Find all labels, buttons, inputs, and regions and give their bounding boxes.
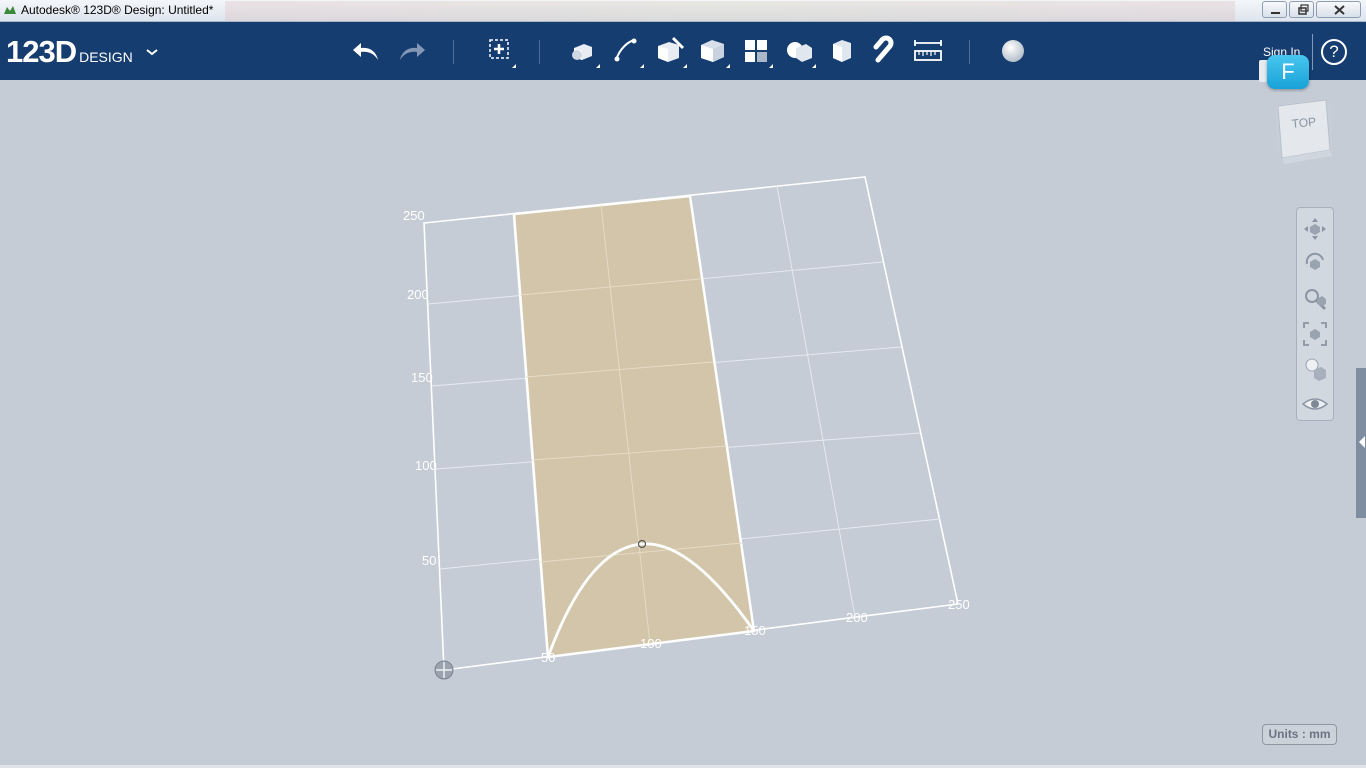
grid-y-label-200: 200 (407, 287, 429, 302)
snap-icon[interactable] (868, 34, 902, 68)
restore-icon (1298, 4, 1309, 15)
toolbar-separator (453, 40, 454, 64)
toolbar-separator (969, 40, 970, 64)
grid-x-label-100: 100 (640, 636, 662, 651)
grid-y-label-150: 150 (411, 370, 433, 385)
grid-y-label-250: 250 (403, 208, 425, 223)
sketch-icon[interactable] (610, 34, 644, 68)
close-button[interactable] (1316, 1, 1361, 18)
fit-icon[interactable] (1301, 320, 1329, 348)
zoom-icon[interactable] (1301, 285, 1329, 313)
grid-y-label-100: 100 (415, 458, 437, 473)
modify-icon[interactable] (696, 34, 730, 68)
eye-icon[interactable] (1301, 390, 1329, 418)
window-title: Autodesk® 123D® Design: Untitled* (21, 3, 214, 17)
chevron-down-icon[interactable] (145, 48, 159, 56)
f-badge-button[interactable]: F (1267, 55, 1309, 89)
grid-x-label-200: 200 (846, 610, 868, 625)
view-mode-icon[interactable] (1301, 355, 1329, 383)
view-cube-face-label: TOP (1291, 115, 1317, 131)
design-canvas[interactable]: 250 200 150 100 50 50 100 150 200 250 (0, 80, 1366, 768)
minimize-icon (1271, 12, 1280, 14)
view-cube[interactable]: TOP (1272, 96, 1336, 166)
app-icon (4, 6, 16, 14)
pattern-icon[interactable] (739, 34, 773, 68)
grouping-icon[interactable] (782, 34, 816, 68)
origin-marker (434, 660, 454, 680)
grid-x-label-250: 250 (948, 597, 970, 612)
redo-icon[interactable] (394, 34, 428, 68)
grid-y-label-50: 50 (422, 553, 436, 568)
orbit-icon[interactable] (1301, 250, 1329, 278)
background-taskbar-tabs (225, 1, 1235, 21)
minimize-button[interactable] (1262, 1, 1287, 18)
window-titlebar: Autodesk® 123D® Design: Untitled* (0, 0, 1366, 22)
navigation-panel (1296, 207, 1334, 421)
app-logo[interactable]: 123D DESIGN (6, 34, 133, 70)
logo-sub-text: DESIGN (79, 49, 133, 65)
measure-icon[interactable] (911, 34, 945, 68)
toolbar-separator (539, 40, 540, 64)
units-button[interactable]: Units : mm (1262, 724, 1337, 745)
toolbar-separator (1312, 34, 1313, 70)
close-icon (1334, 5, 1345, 15)
primitives-icon[interactable] (566, 34, 600, 68)
logo-main-text: 123D (6, 34, 77, 69)
chevron-left-icon[interactable] (1358, 434, 1366, 450)
undo-icon[interactable] (350, 34, 384, 68)
grid-x-label-50: 50 (541, 650, 555, 665)
pan-icon[interactable] (1301, 215, 1329, 243)
material-icon[interactable] (996, 34, 1030, 68)
combine-icon[interactable] (825, 34, 859, 68)
help-button[interactable]: ? (1321, 39, 1347, 65)
main-toolbar: 123D DESIGN Sign In ? (0, 22, 1366, 80)
grid-x-label-150: 150 (744, 623, 766, 638)
restore-button[interactable] (1289, 1, 1314, 18)
transform-icon[interactable] (482, 34, 516, 68)
construct-icon[interactable] (653, 34, 687, 68)
